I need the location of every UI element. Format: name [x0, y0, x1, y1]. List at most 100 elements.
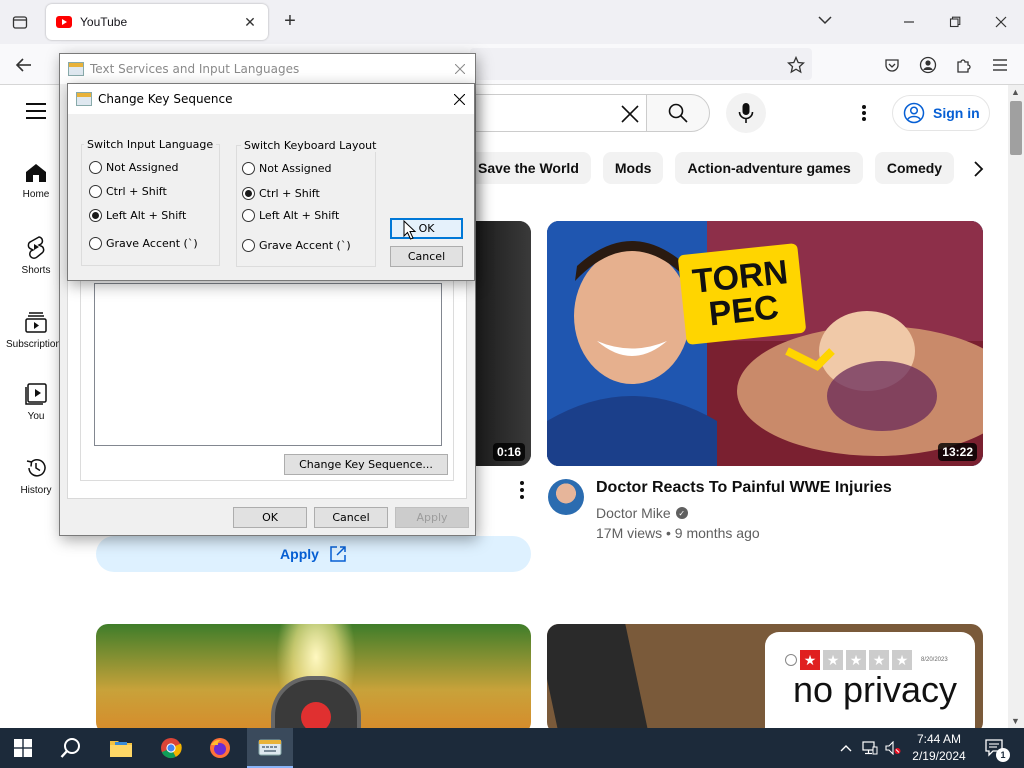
firefox-icon: [210, 738, 230, 758]
search-icon: [668, 103, 688, 123]
taskbar-text-services[interactable]: [247, 728, 293, 768]
radio-button: [242, 162, 255, 175]
channel-name: Doctor Mike: [596, 505, 671, 521]
radio-input-left-alt-shift[interactable]: Left Alt + Shift: [89, 209, 186, 222]
hamburger-menu-icon: [993, 59, 1007, 71]
radio-layout-left-alt-shift[interactable]: Left Alt + Shift: [242, 209, 339, 222]
browser-tab-bar: YouTube ✕ +: [0, 0, 1024, 44]
dialog-title: Change Key Sequence: [98, 92, 233, 106]
windows-taskbar: 7:44 AM 2/19/2024 1: [0, 728, 1024, 768]
minimize-button[interactable]: [897, 10, 921, 34]
arrow-left-icon: [15, 58, 31, 72]
start-button[interactable]: [0, 728, 46, 768]
video-title[interactable]: Doctor Reacts To Painful WWE Injuries: [596, 479, 892, 497]
mouse-cursor-icon: [403, 220, 417, 240]
page-scrollbar[interactable]: ▲ ▼: [1008, 85, 1024, 728]
bookmark-button[interactable]: [783, 52, 809, 78]
star-icon: ★: [823, 650, 843, 670]
radio-input-not-assigned[interactable]: Not Assigned: [89, 161, 179, 174]
network-icon: [862, 741, 878, 755]
notification-center-button[interactable]: 1: [984, 738, 1010, 762]
tab-close-button[interactable]: ✕: [242, 14, 258, 31]
volume-tray-button[interactable]: [885, 740, 901, 756]
back-button[interactable]: [11, 52, 37, 78]
person-icon: [785, 654, 797, 666]
extensions-button[interactable]: [951, 52, 977, 78]
firefox-view-button[interactable]: [8, 10, 32, 34]
pocket-button[interactable]: [879, 52, 905, 78]
chip-comedy[interactable]: Comedy: [874, 152, 955, 184]
user-circle-icon: [903, 102, 925, 124]
radio-label: Left Alt + Shift: [259, 209, 340, 222]
ok-button[interactable]: OK: [233, 507, 307, 528]
home-icon: [26, 164, 46, 182]
keyboard-icon: [68, 62, 84, 76]
apply-button[interactable]: Apply: [395, 507, 469, 528]
url-bar[interactable]: [470, 48, 812, 80]
video-duration: 0:16: [492, 443, 525, 461]
radio-button: [89, 161, 102, 174]
hotkeys-list[interactable]: [94, 283, 442, 446]
dialog-title: Text Services and Input Languages: [90, 62, 300, 76]
cancel-button[interactable]: Cancel: [314, 507, 388, 528]
chip-save-the-world[interactable]: Save the World: [466, 152, 591, 184]
new-tab-button[interactable]: +: [280, 10, 300, 33]
video-thumbnail-bottom-left[interactable]: [96, 624, 531, 728]
chevron-down-icon: [818, 16, 832, 25]
dialog-close-button[interactable]: [450, 90, 468, 108]
radio-input-ctrl-shift[interactable]: Ctrl + Shift: [89, 185, 167, 198]
dialog-titlebar[interactable]: Change Key Sequence: [68, 84, 474, 114]
taskbar-file-explorer[interactable]: [98, 728, 144, 768]
chip-mods[interactable]: Mods: [602, 152, 664, 184]
channel-name-row[interactable]: Doctor Mike ✓: [596, 505, 688, 521]
video-thumbnail-right[interactable]: TORN PEC 13:22: [547, 221, 983, 466]
channel-avatar[interactable]: [548, 479, 584, 515]
network-tray-button[interactable]: [862, 740, 878, 756]
restore-button[interactable]: [943, 10, 967, 34]
show-hidden-icons-button[interactable]: [838, 740, 854, 756]
system-clock[interactable]: 7:44 AM 2/19/2024: [906, 731, 972, 765]
scrollbar-thumb[interactable]: [1010, 101, 1022, 155]
radio-button: [242, 187, 255, 200]
chip-action-adventure-games[interactable]: Action-adventure games: [675, 152, 863, 184]
close-window-button[interactable]: [989, 10, 1013, 34]
microphone-icon: [738, 103, 754, 123]
taskbar-search-button[interactable]: [48, 728, 94, 768]
dialog-close-button[interactable]: [451, 60, 469, 78]
chips-next-button[interactable]: [968, 159, 988, 179]
youtube-favicon-icon: [56, 16, 72, 28]
thumbnail-text: TORN PEC: [677, 242, 807, 346]
browser-tab-youtube[interactable]: YouTube ✕: [46, 4, 268, 40]
account-button[interactable]: [915, 52, 941, 78]
voice-search-button[interactable]: [726, 93, 766, 133]
dialog-titlebar[interactable]: Text Services and Input Languages: [60, 54, 475, 84]
change-key-sequence-button[interactable]: Change Key Sequence...: [284, 454, 448, 475]
settings-more-button[interactable]: [852, 101, 876, 125]
video-thumbnail-bottom-right[interactable]: ★ ★ ★ ★ ★ 8/20/2023 no privacy: [547, 624, 983, 728]
chrome-icon: [161, 738, 182, 759]
radio-layout-not-assigned[interactable]: Not Assigned: [242, 162, 332, 175]
radio-label: Grave Accent (`): [259, 239, 351, 252]
guide-label: Home: [22, 189, 50, 200]
guide-menu-button[interactable]: [26, 103, 46, 119]
scroll-up-arrow-icon[interactable]: ▲: [1011, 87, 1020, 97]
radio-layout-grave-accent[interactable]: Grave Accent (`): [242, 239, 351, 252]
taskbar-firefox[interactable]: [197, 728, 243, 768]
scroll-down-arrow-icon[interactable]: ▼: [1011, 716, 1020, 726]
apply-label: Apply: [280, 546, 319, 562]
close-icon: [621, 105, 639, 123]
list-all-tabs-button[interactable]: [818, 12, 832, 30]
menu-button[interactable]: [987, 52, 1013, 78]
apply-banner-button[interactable]: Apply: [96, 536, 531, 572]
cancel-button[interactable]: Cancel: [390, 246, 463, 267]
ok-button[interactable]: OK: [390, 218, 463, 239]
radio-input-grave-accent[interactable]: Grave Accent (`): [89, 237, 198, 250]
clear-search-button[interactable]: [618, 102, 642, 126]
taskbar-chrome[interactable]: [148, 728, 194, 768]
video-left-menu-button[interactable]: [512, 480, 532, 500]
sign-in-button[interactable]: Sign in: [892, 95, 990, 131]
close-icon: [453, 93, 465, 105]
close-icon: [455, 64, 465, 74]
search-button[interactable]: [646, 94, 710, 132]
radio-layout-ctrl-shift[interactable]: Ctrl + Shift: [242, 187, 320, 200]
